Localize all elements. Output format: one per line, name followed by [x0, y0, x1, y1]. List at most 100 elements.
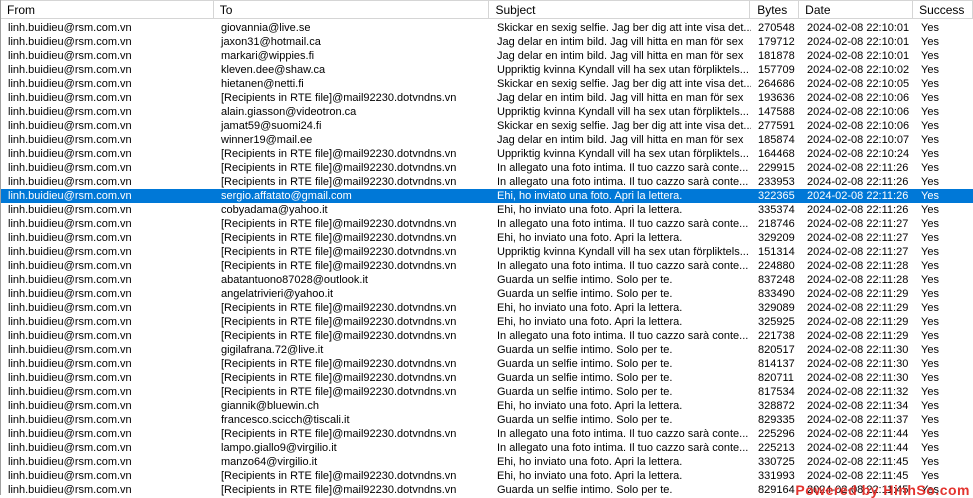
table-row[interactable]: linh.buidieu@rsm.com.vn lampo.giallo9@vir… [1, 441, 973, 455]
table-row[interactable]: linh.buidieu@rsm.com.vn markari@wippies.f… [1, 49, 973, 63]
success-cell: Yes [921, 386, 939, 398]
column-header-date[interactable]: Date [799, 1, 914, 19]
table-row[interactable]: linh.buidieu@rsm.com.vn [Recipients in RT… [1, 245, 973, 259]
success-cell: Yes [921, 232, 939, 244]
to-cell: [Recipients in RTE file]@mail92230.dotvn… [221, 372, 457, 384]
table-row[interactable]: linh.buidieu@rsm.com.vn [Recipients in RT… [1, 315, 973, 329]
from-cell: linh.buidieu@rsm.com.vn [8, 288, 132, 300]
table-row[interactable]: linh.buidieu@rsm.com.vn winner19@mail.ee J… [1, 133, 973, 147]
to-cell: sergio.affatato@gmail.com [221, 190, 352, 202]
table-row[interactable]: linh.buidieu@rsm.com.vn gigilafrana.72@li… [1, 343, 973, 357]
subject-cell: Ehi, ho inviato una foto. Apri la letter… [497, 204, 683, 216]
table-row[interactable]: linh.buidieu@rsm.com.vn [Recipients in RT… [1, 329, 973, 343]
subject-cell: Ehi, ho inviato una foto. Apri la letter… [497, 470, 683, 482]
subject-cell: Uppriktig kvinna Kyndall vill ha sex uta… [497, 64, 749, 76]
from-cell: linh.buidieu@rsm.com.vn [8, 50, 132, 62]
subject-cell: In allegato una foto intima. Il tuo cazz… [497, 442, 749, 454]
table-row[interactable]: linh.buidieu@rsm.com.vn [Recipients in RT… [1, 147, 973, 161]
to-cell: markari@wippies.fi [221, 50, 315, 62]
success-cell: Yes [921, 288, 939, 300]
table-row[interactable]: linh.buidieu@rsm.com.vn angelatrivieri@ya… [1, 287, 973, 301]
table-header: From To Subject Bytes Date Success [1, 0, 973, 19]
column-header-to[interactable]: To [214, 1, 490, 19]
table-row[interactable]: linh.buidieu@rsm.com.vn alain.giasson@vid… [1, 105, 973, 119]
date-cell: 2024-02-08 22:10:05 [807, 78, 910, 90]
table-row[interactable]: linh.buidieu@rsm.com.vn [Recipients in RT… [1, 217, 973, 231]
from-cell: linh.buidieu@rsm.com.vn [8, 36, 132, 48]
success-cell: Yes [921, 358, 939, 370]
date-cell: 2024-02-08 22:10:01 [807, 22, 910, 34]
success-cell: Yes [921, 134, 939, 146]
table-row[interactable]: linh.buidieu@rsm.com.vn [Recipients in RT… [1, 371, 973, 385]
column-header-subject[interactable]: Subject [489, 1, 751, 19]
table-row[interactable]: linh.buidieu@rsm.com.vn francesco.scicch@… [1, 413, 973, 427]
table-row[interactable]: linh.buidieu@rsm.com.vn giannik@bluewin.c… [1, 399, 973, 413]
to-cell: [Recipients in RTE file]@mail92230.dotvn… [221, 232, 457, 244]
from-cell: linh.buidieu@rsm.com.vn [8, 176, 132, 188]
table-row[interactable]: linh.buidieu@rsm.com.vn [Recipients in RT… [1, 231, 973, 245]
column-header-from[interactable]: From [1, 1, 214, 19]
table-row[interactable]: linh.buidieu@rsm.com.vn [Recipients in RT… [1, 259, 973, 273]
column-header-bytes[interactable]: Bytes [750, 1, 800, 19]
to-cell: [Recipients in RTE file]@mail92230.dotvn… [221, 176, 457, 188]
subject-cell: Skickar en sexig selfie. Jag ber dig att… [497, 22, 751, 34]
date-cell: 2024-02-08 22:11:37 [807, 414, 909, 426]
date-cell: 2024-02-08 22:11:27 [807, 218, 909, 230]
table-row[interactable]: linh.buidieu@rsm.com.vn [Recipients in RT… [1, 427, 973, 441]
bytes-cell: 331993 [758, 470, 795, 482]
subject-cell: In allegato una foto intima. Il tuo cazz… [497, 218, 749, 230]
subject-cell: Guarda un selfie intimo. Solo per te. [497, 358, 673, 370]
success-cell: Yes [921, 372, 939, 384]
success-cell: Yes [921, 106, 939, 118]
bytes-cell: 193636 [758, 92, 795, 104]
table-row[interactable]: linh.buidieu@rsm.com.vn giovannia@live.se… [1, 21, 973, 35]
to-cell: jaxon31@hotmail.ca [221, 36, 321, 48]
success-cell: Yes [921, 330, 939, 342]
table-row[interactable]: linh.buidieu@rsm.com.vn [Recipients in RT… [1, 161, 973, 175]
to-cell: [Recipients in RTE file]@mail92230.dotvn… [221, 148, 457, 160]
table-row[interactable]: linh.buidieu@rsm.com.vn [Recipients in RT… [1, 469, 973, 483]
subject-cell: In allegato una foto intima. Il tuo cazz… [497, 330, 749, 342]
bytes-cell: 820711 [758, 372, 794, 384]
from-cell: linh.buidieu@rsm.com.vn [8, 190, 132, 202]
success-cell: Yes [921, 50, 939, 62]
table-row[interactable]: linh.buidieu@rsm.com.vn kleven.dee@shaw.c… [1, 63, 973, 77]
success-cell: Yes [921, 316, 939, 328]
table-row[interactable]: linh.buidieu@rsm.com.vn abatantuono87028@… [1, 273, 973, 287]
column-header-success[interactable]: Success [913, 1, 973, 19]
from-cell: linh.buidieu@rsm.com.vn [8, 218, 132, 230]
bytes-cell: 179712 [758, 36, 795, 48]
table-row[interactable]: linh.buidieu@rsm.com.vn [Recipients in RT… [1, 301, 973, 315]
subject-cell: Ehi, ho inviato una foto. Apri la letter… [497, 302, 683, 314]
to-cell: manzo64@virgilio.it [221, 456, 318, 468]
to-cell: gigilafrana.72@live.it [221, 344, 324, 356]
table-body: linh.buidieu@rsm.com.vn giovannia@live.se… [1, 21, 973, 497]
table-row[interactable]: linh.buidieu@rsm.com.vn [Recipients in RT… [1, 91, 973, 105]
date-cell: 2024-02-08 22:10:01 [807, 36, 910, 48]
table-row[interactable]: linh.buidieu@rsm.com.vn jamat59@suomi24.f… [1, 119, 973, 133]
table-row[interactable]: linh.buidieu@rsm.com.vn hietanen@netti.fi… [1, 77, 973, 91]
success-cell: Yes [921, 260, 939, 272]
table-row[interactable]: linh.buidieu@rsm.com.vn [Recipients in RT… [1, 385, 973, 399]
success-cell: Yes [921, 414, 939, 426]
success-cell: Yes [921, 120, 939, 132]
bytes-cell: 322365 [758, 190, 795, 202]
bytes-cell: 229915 [758, 162, 795, 174]
to-cell: [Recipients in RTE file]@mail92230.dotvn… [221, 162, 457, 174]
table-row[interactable]: linh.buidieu@rsm.com.vn [Recipients in RT… [1, 175, 973, 189]
subject-cell: Jag delar en intim bild. Jag vill hitta … [497, 50, 744, 62]
bytes-cell: 185874 [758, 134, 795, 146]
table-row[interactable]: linh.buidieu@rsm.com.vn jaxon31@hotmail.c… [1, 35, 973, 49]
bytes-cell: 225213 [758, 442, 795, 454]
to-cell: lampo.giallo9@virgilio.it [221, 442, 337, 454]
from-cell: linh.buidieu@rsm.com.vn [8, 442, 132, 454]
from-cell: linh.buidieu@rsm.com.vn [8, 400, 132, 412]
table-row[interactable]: linh.buidieu@rsm.com.vn [Recipients in RT… [1, 357, 973, 371]
date-cell: 2024-02-08 22:11:26 [807, 176, 909, 188]
table-row[interactable]: linh.buidieu@rsm.com.vn manzo64@virgilio.… [1, 455, 973, 469]
from-cell: linh.buidieu@rsm.com.vn [8, 22, 132, 34]
table-row[interactable]: linh.buidieu@rsm.com.vn cobyadama@yahoo.i… [1, 203, 973, 217]
to-cell: [Recipients in RTE file]@mail92230.dotvn… [221, 316, 457, 328]
table-row-selected[interactable]: linh.buidieu@rsm.com.vn sergio.affatato@g… [1, 189, 973, 203]
date-cell: 2024-02-08 22:11:29 [807, 302, 909, 314]
